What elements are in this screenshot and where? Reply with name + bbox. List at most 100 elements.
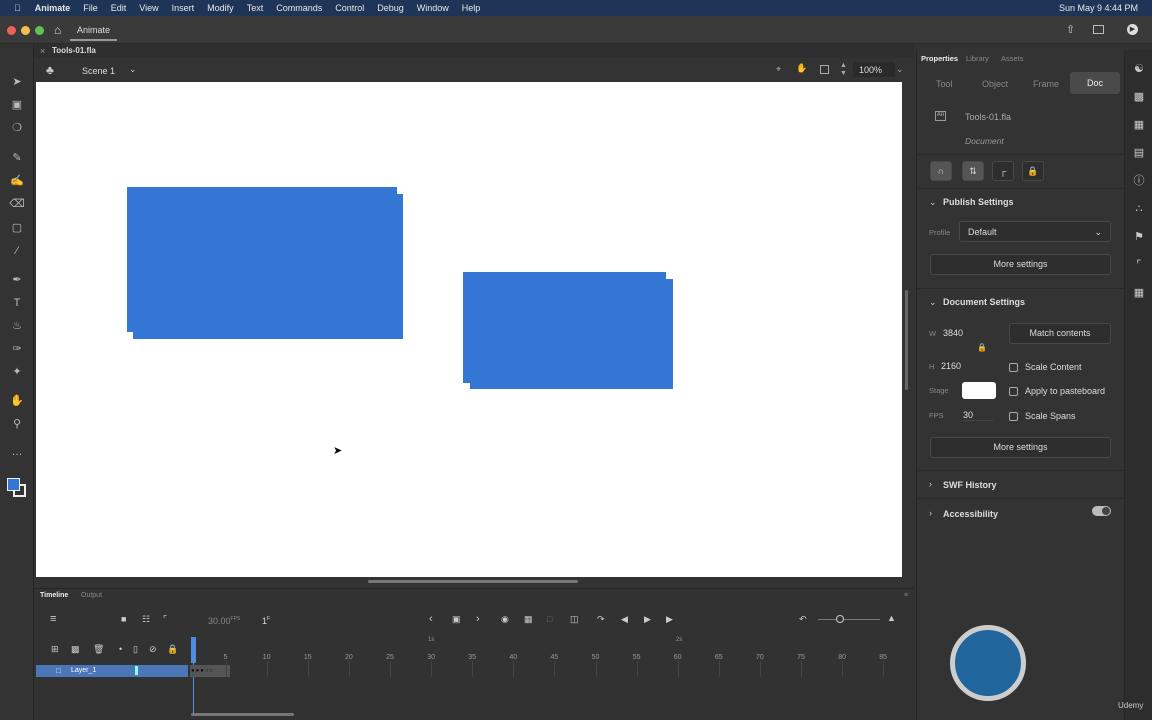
stage[interactable]: ➤ [36, 82, 902, 577]
height-input[interactable]: 2160 [941, 361, 961, 371]
eyedropper-icon[interactable]: ✑ [9, 341, 25, 357]
tab-output[interactable]: Output [81, 592, 102, 599]
zoom-window-button[interactable] [35, 26, 44, 35]
timeline-zoom-handle[interactable] [836, 615, 844, 623]
lasso-tool-icon[interactable]: ❍ [9, 120, 25, 136]
minimize-window-button[interactable] [21, 26, 30, 35]
tab-timeline[interactable]: Timeline [40, 592, 68, 599]
menu-text[interactable]: Text [247, 3, 264, 13]
transform-icon[interactable]: ▦ [1132, 118, 1146, 132]
play-icon[interactable]: ▶ [644, 614, 651, 625]
publish-settings-header[interactable]: Publish Settings [943, 197, 1014, 207]
link-dimensions-icon[interactable]: 🔒 [977, 343, 987, 352]
paint-brush-icon[interactable]: ✍ [9, 173, 25, 189]
scene-name[interactable]: Scene 1 [82, 66, 115, 76]
layer-name[interactable]: Layer_1 [71, 667, 96, 674]
menu-file[interactable]: File [83, 3, 98, 13]
subtab-doc[interactable]: Doc [1070, 72, 1120, 94]
apply-pasteboard-checkbox[interactable] [1009, 387, 1018, 396]
scale-content-checkbox[interactable] [1009, 363, 1018, 372]
tab-library[interactable]: Library [966, 54, 989, 63]
blue-rectangle-2-offset[interactable] [470, 279, 673, 389]
delete-layer-icon[interactable]: 🗑 [93, 644, 104, 655]
new-layer-icon[interactable]: ⊞ [51, 644, 59, 655]
edit-multiple-frames-icon[interactable]: ▦ [524, 614, 533, 625]
swf-history-header[interactable]: SWF History [943, 480, 997, 490]
keyframes[interactable]: ●●●○○ [190, 665, 230, 677]
clip-content-icon[interactable] [820, 65, 829, 74]
pen-tool-icon[interactable]: ✒ [9, 272, 25, 288]
zoom-stepper-icon[interactable]: ▲ ▼ [840, 62, 847, 78]
document-settings-header[interactable]: Document Settings [943, 297, 1025, 307]
free-transform-tool-icon[interactable]: ▣ [9, 97, 25, 113]
onion-skin-icon[interactable]: ◉ [501, 614, 509, 625]
assets-icon[interactable]: ☯ [1132, 62, 1146, 76]
menu-insert[interactable]: Insert [172, 3, 195, 13]
rectangle-tool-icon[interactable]: ▢ [9, 220, 25, 236]
subtab-tool[interactable]: Tool [936, 79, 953, 89]
width-input[interactable]: 3840 [943, 328, 963, 338]
line-tool-icon[interactable]: ∕ [9, 243, 25, 259]
motion-presets-icon[interactable]: ∴ [1132, 202, 1146, 216]
lock-layers-icon[interactable]: 🔒 [167, 644, 178, 655]
current-frame[interactable]: 1F [262, 616, 270, 626]
hand-tool-icon[interactable]: ✋ [9, 393, 25, 409]
loop-playback-icon[interactable]: ↷ [597, 614, 605, 625]
mountain-zoom-icon[interactable]: ▲ [887, 613, 896, 623]
highlight-layer-icon[interactable]: • [119, 644, 122, 654]
swatches-icon[interactable]: ▦ [1132, 286, 1146, 300]
tab-properties[interactable]: Properties [921, 54, 958, 63]
next-keyframe-icon[interactable]: › [476, 613, 480, 625]
camera-icon[interactable]: ■ [121, 614, 126, 624]
corner-icon[interactable]: ┌ [992, 161, 1014, 181]
document-tab[interactable]: Tools-01.fla [52, 46, 96, 55]
close-window-button[interactable] [7, 26, 16, 35]
color-panel-icon[interactable]: ▩ [1132, 90, 1146, 104]
subtab-frame[interactable]: Frame [1033, 79, 1059, 89]
menu-app[interactable]: Animate [35, 3, 71, 13]
accessibility-header[interactable]: Accessibility [943, 509, 998, 519]
panel-layout-icon[interactable] [1093, 25, 1104, 34]
align-icon[interactable]: ▤ [1132, 146, 1146, 160]
previous-keyframe-icon[interactable]: ‹ [429, 613, 433, 625]
apple-icon[interactable]:  [14, 3, 21, 13]
fps-input[interactable]: 30 [963, 410, 993, 421]
layer-color-indicator[interactable] [135, 666, 138, 675]
swf-history-chevron-icon[interactable]: › [929, 479, 932, 489]
horizontal-scrollbar[interactable] [368, 580, 578, 583]
menubar-clock[interactable]: Sun May 9 4:44 PM [1059, 3, 1138, 13]
test-movie-icon[interactable]: ▶ [1127, 24, 1138, 35]
share-icon[interactable]: ⇧ [1066, 23, 1075, 36]
zoom-input[interactable]: 100% [853, 62, 895, 77]
step-forward-icon[interactable]: ▶ [666, 614, 673, 625]
layers-icon[interactable]: ≡ [50, 613, 56, 625]
rotate-stage-icon[interactable]: ✋ [796, 63, 807, 74]
zoom-chevron-down-icon[interactable]: ⌄ [896, 64, 904, 75]
scene-chevron-down-icon[interactable]: ⌄ [129, 64, 137, 75]
center-stage-icon[interactable]: ⌖ [776, 64, 781, 75]
create-tween-icon[interactable]: □ [547, 614, 552, 624]
layer-row[interactable]: □ Layer_1 [36, 665, 188, 677]
menu-commands[interactable]: Commands [276, 3, 322, 13]
insert-keyframe-icon[interactable]: ▣ [452, 614, 461, 625]
menu-window[interactable]: Window [417, 3, 449, 13]
eraser-tool-icon[interactable]: ⌫ [9, 196, 25, 212]
accessibility-toggle[interactable] [1092, 506, 1111, 516]
document-more-settings-button[interactable]: More settings [930, 437, 1111, 458]
graph-icon[interactable]: ⌜ [163, 614, 167, 625]
timeline-scrollbar[interactable] [191, 713, 294, 716]
accessibility-chevron-icon[interactable]: › [929, 508, 932, 518]
zoom-tool-icon[interactable]: ⚲ [9, 416, 25, 432]
menu-edit[interactable]: Edit [111, 3, 127, 13]
menu-modify[interactable]: Modify [207, 3, 234, 13]
new-folder-icon[interactable]: ▩ [71, 644, 80, 655]
tab-assets[interactable]: Assets [1001, 54, 1024, 63]
close-tab-icon[interactable]: × [40, 46, 45, 56]
step-back-icon[interactable]: ◀ [621, 614, 628, 625]
edit-symbols-icon[interactable]: ♣ [46, 63, 54, 77]
components-icon[interactable]: ⚑ [1132, 230, 1146, 244]
lock-icon[interactable]: 🔒 [1022, 161, 1044, 181]
motion-editor-icon[interactable]: ⌜ [1132, 258, 1146, 272]
reset-zoom-icon[interactable]: ↶ [799, 614, 807, 625]
blue-rectangle-1-offset[interactable] [133, 194, 403, 339]
